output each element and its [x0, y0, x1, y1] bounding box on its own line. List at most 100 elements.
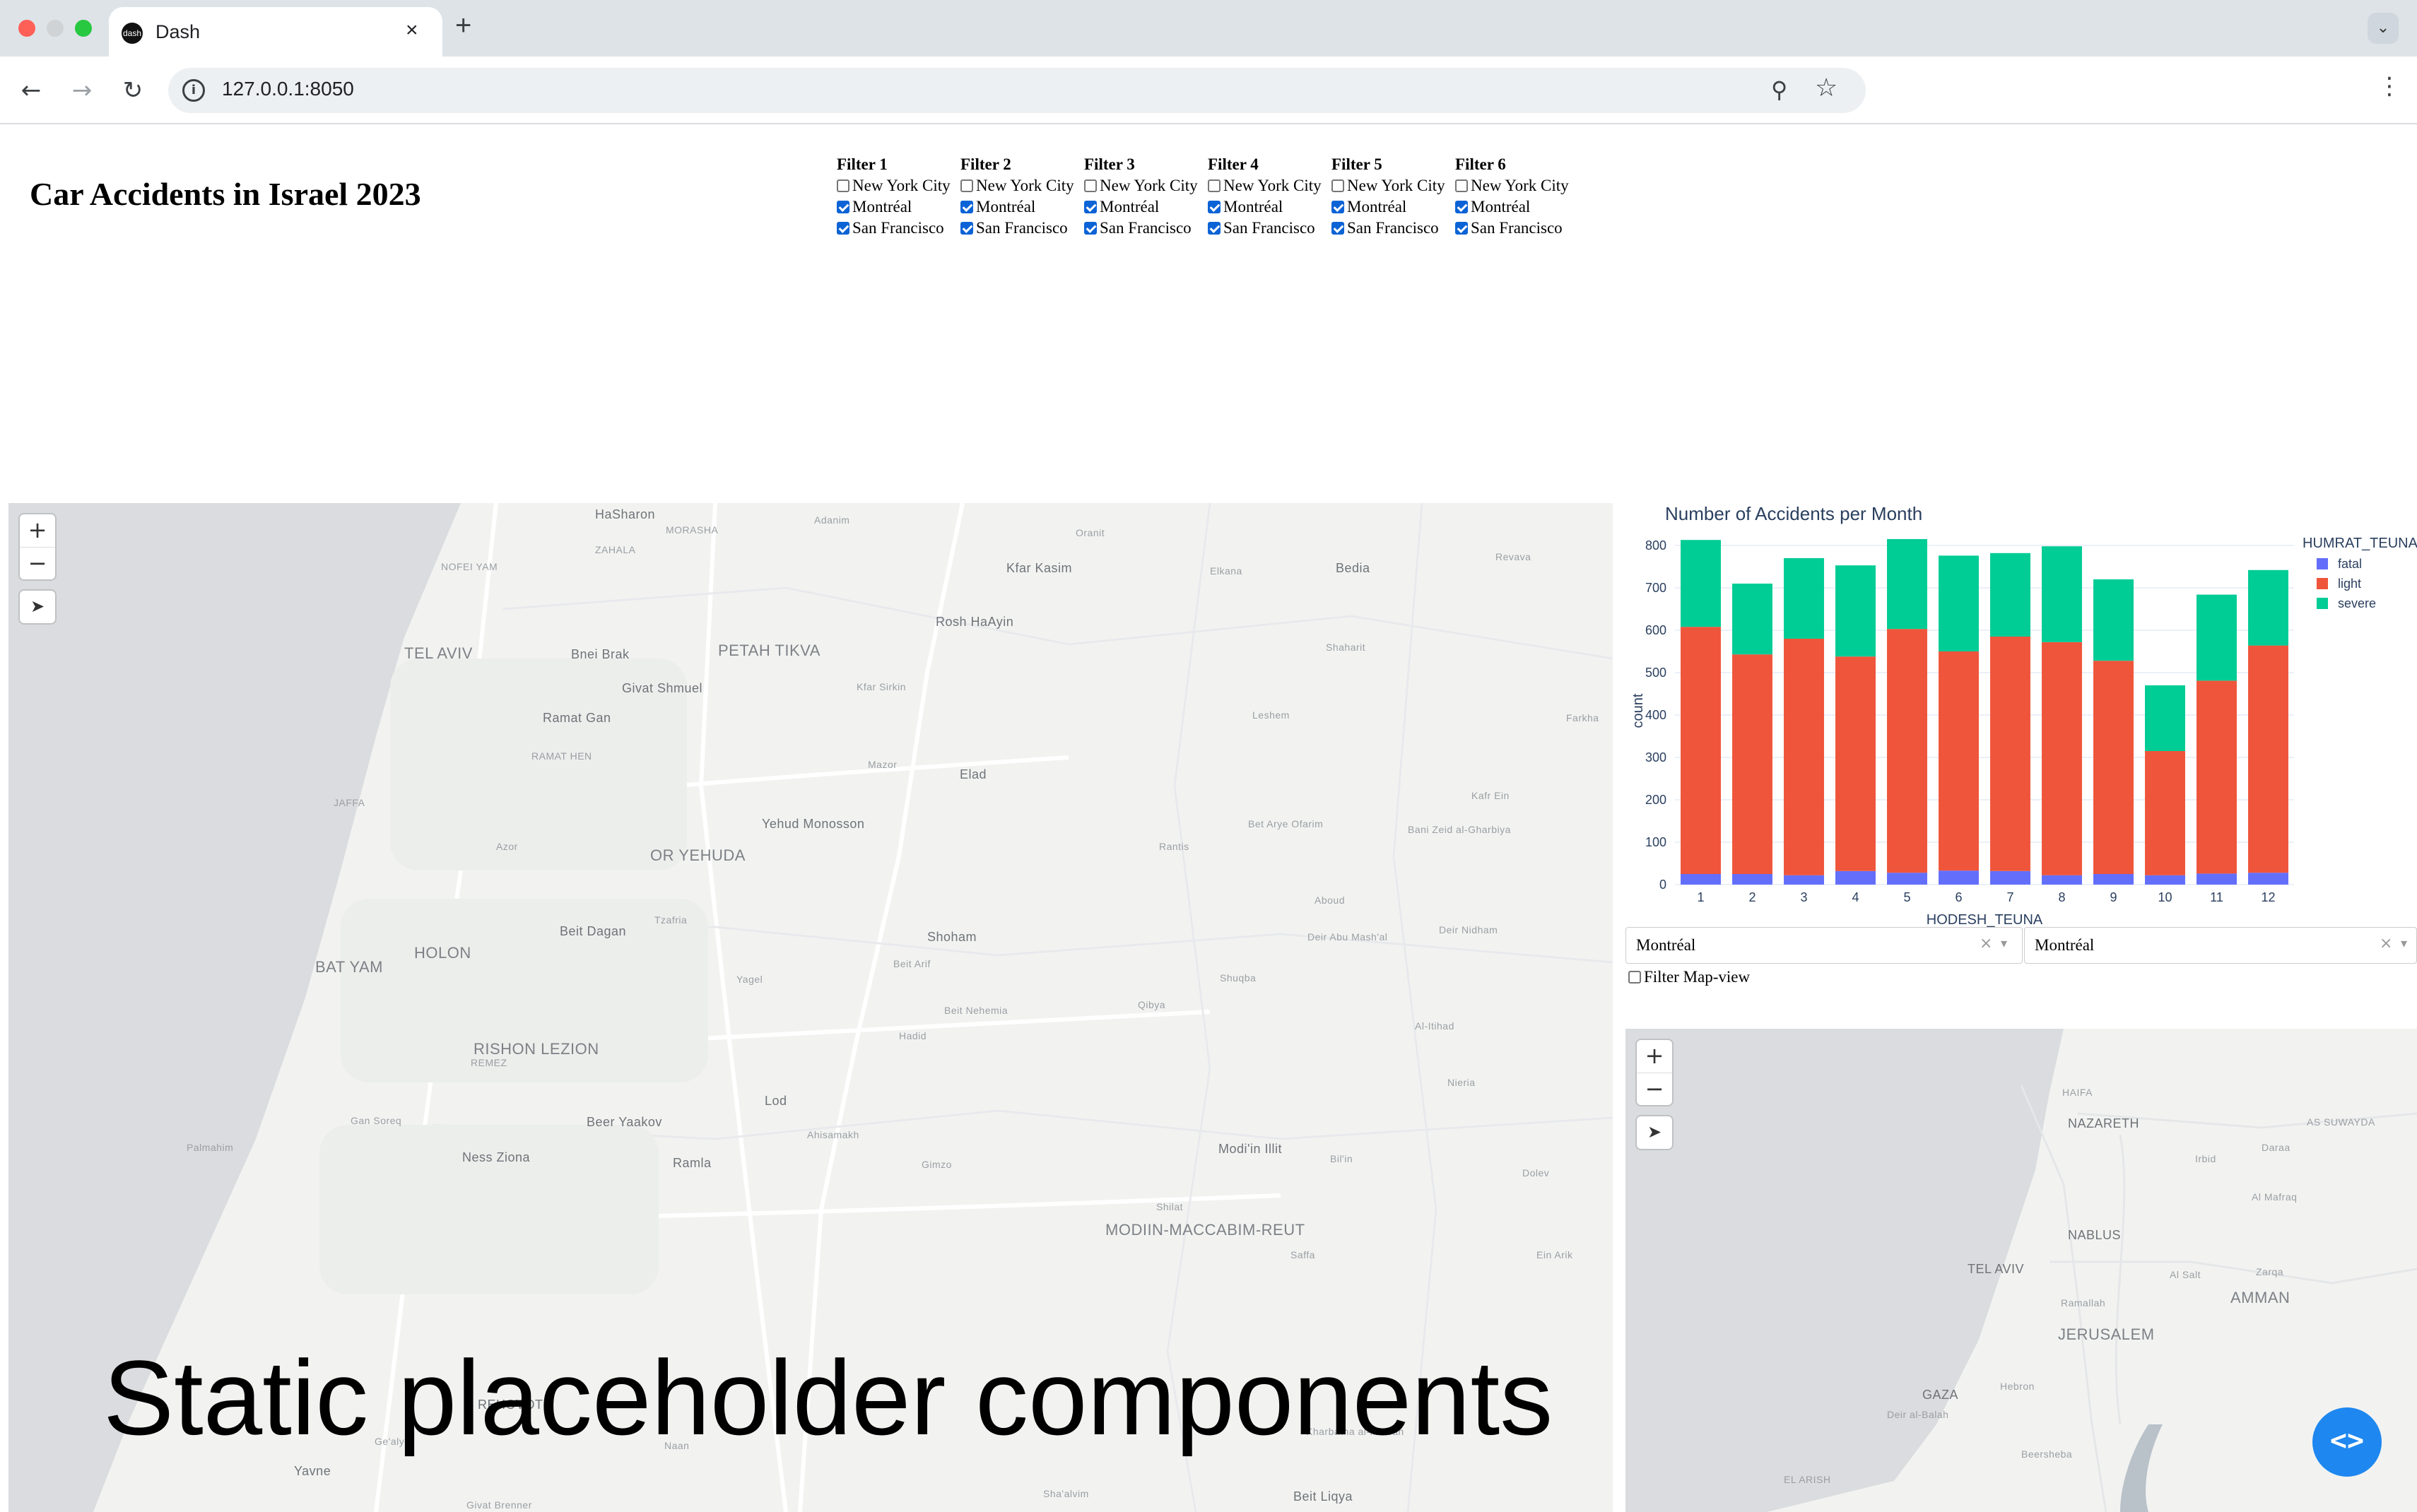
- legend-item-fatal[interactable]: fatal: [2317, 557, 2362, 572]
- filter-option-checkbox[interactable]: [960, 222, 973, 235]
- zoom-out-button[interactable]: −: [20, 547, 55, 579]
- filter-option-checkbox[interactable]: [1455, 222, 1468, 235]
- map-place-label: HaSharon: [595, 507, 656, 521]
- dropdown-left[interactable]: Montréal × ▾: [1625, 927, 2023, 964]
- filter-option-label: Montréal: [1223, 198, 1283, 215]
- filter-option[interactable]: Montréal: [837, 196, 961, 218]
- y-tick-label: 400: [1645, 708, 1666, 722]
- dropdown-left-chevron-icon[interactable]: ▾: [2001, 936, 2007, 951]
- filter-option[interactable]: New York City: [960, 175, 1085, 196]
- filter-option-checkbox[interactable]: [1084, 222, 1097, 235]
- overview-locate-arrow-icon[interactable]: ➤: [1637, 1116, 1672, 1149]
- site-info-icon[interactable]: i: [182, 79, 205, 102]
- filter-option-checkbox[interactable]: [1455, 179, 1468, 192]
- map-place-label: Ness Ziona: [462, 1150, 531, 1164]
- filter-option-checkbox[interactable]: [837, 222, 849, 235]
- map-place-label: Qibya: [1138, 999, 1166, 1010]
- filter-option-checkbox[interactable]: [1208, 222, 1221, 235]
- filter-option-checkbox[interactable]: [1208, 179, 1221, 192]
- filter-option-checkbox[interactable]: [837, 201, 849, 213]
- url-text[interactable]: 127.0.0.1:8050: [222, 78, 354, 100]
- dropdown-right-chevron-icon[interactable]: ▾: [2401, 936, 2407, 951]
- x-tick-label: 5: [1903, 890, 1910, 904]
- filter-option[interactable]: San Francisco: [1455, 218, 1580, 239]
- tab-search-chevron-icon[interactable]: ⌄: [2368, 13, 2399, 44]
- x-tick-label: 1: [1697, 890, 1704, 904]
- filter-option[interactable]: San Francisco: [1084, 218, 1208, 239]
- map-place-label: RISHON LEZION: [474, 1040, 599, 1058]
- window-minimize-button[interactable]: [47, 20, 64, 37]
- filter-option-checkbox[interactable]: [960, 201, 973, 213]
- bookmark-star-icon[interactable]: ☆: [1815, 73, 1837, 102]
- zoom-icon[interactable]: ⚲: [1771, 76, 1787, 103]
- filter-option-label: San Francisco: [1347, 219, 1439, 237]
- filter-map-view-box[interactable]: [1628, 971, 1641, 984]
- bar-segment-severe: [2042, 546, 2082, 642]
- map-place-label: Ramat Gan: [543, 711, 611, 725]
- forward-button[interactable]: →: [65, 73, 99, 107]
- map-place-label: Hadid: [899, 1030, 927, 1041]
- filter-option[interactable]: Montréal: [960, 196, 1085, 218]
- x-tick-label: 7: [2006, 890, 2013, 904]
- address-bar[interactable]: i 127.0.0.1:8050 ⚲ ☆: [168, 68, 1866, 113]
- bar-segment-fatal: [2093, 874, 2134, 885]
- overview-map-place-label: AS SUWAYDA: [2307, 1116, 2375, 1128]
- filter-option-checkbox[interactable]: [1331, 222, 1344, 235]
- browser-menu-icon[interactable]: ⋮: [2377, 72, 2401, 100]
- overview-zoom-out-button[interactable]: −: [1637, 1073, 1672, 1105]
- map-place-label: Oranit: [1076, 527, 1105, 538]
- filter-option[interactable]: New York City: [837, 175, 961, 196]
- dropdown-right-clear-icon[interactable]: ×: [2380, 935, 2392, 952]
- filter-option-checkbox[interactable]: [960, 179, 973, 192]
- filter-option[interactable]: New York City: [1331, 175, 1456, 196]
- filter-option[interactable]: New York City: [1084, 175, 1208, 196]
- overview-map-place-label: Ramallah: [2061, 1297, 2106, 1309]
- filter-option-checkbox[interactable]: [1331, 201, 1344, 213]
- dash-devtools-code-icon[interactable]: <>: [2312, 1407, 2382, 1477]
- window-close-button[interactable]: [18, 20, 35, 37]
- filter-option[interactable]: San Francisco: [837, 218, 961, 239]
- filter-option[interactable]: New York City: [1208, 175, 1332, 196]
- map-place-label: Ramla: [673, 1156, 712, 1170]
- legend-item-severe[interactable]: severe: [2317, 596, 2376, 611]
- tab-close-icon[interactable]: ×: [406, 18, 418, 42]
- dropdown-right[interactable]: Montréal × ▾: [2024, 927, 2417, 964]
- filter-option[interactable]: Montréal: [1084, 196, 1208, 218]
- dropdown-right-value: Montréal: [2035, 936, 2095, 954]
- y-tick-label: 200: [1645, 793, 1666, 807]
- filter-option[interactable]: San Francisco: [960, 218, 1085, 239]
- reload-button[interactable]: ↻: [116, 73, 150, 107]
- zoom-in-button[interactable]: +: [20, 514, 55, 547]
- filter-option[interactable]: Montréal: [1208, 196, 1332, 218]
- dash-favicon-icon: dash: [122, 23, 143, 44]
- filter-option-label: Montréal: [852, 198, 912, 215]
- filter-option[interactable]: San Francisco: [1331, 218, 1456, 239]
- filter-option[interactable]: New York City: [1455, 175, 1580, 196]
- filter-option[interactable]: Montréal: [1455, 196, 1580, 218]
- overview-map[interactable]: HAIFA NAZARETH AS SUWAYDA Irbid Daraa Al Mafr…: [1625, 1029, 2417, 1512]
- filter-option-checkbox[interactable]: [1084, 201, 1097, 213]
- overview-zoom-in-button[interactable]: +: [1637, 1040, 1672, 1073]
- filter-option-checkbox[interactable]: [1084, 179, 1097, 192]
- back-button[interactable]: ←: [14, 73, 48, 107]
- filter-option-checkbox[interactable]: [1455, 201, 1468, 213]
- locate-arrow-icon[interactable]: ➤: [20, 591, 55, 623]
- filter-option-checkbox[interactable]: [837, 179, 849, 192]
- bar-segment-fatal: [2197, 873, 2237, 885]
- browser-tab[interactable]: dash Dash ×: [109, 7, 442, 57]
- legend-item-light[interactable]: light: [2317, 577, 2361, 591]
- filter-option-checkbox[interactable]: [1331, 179, 1344, 192]
- dropdown-left-clear-icon[interactable]: ×: [1980, 935, 1992, 952]
- bar-segment-fatal: [1681, 874, 1721, 885]
- filter-option-label: New York City: [976, 177, 1074, 194]
- filter-option[interactable]: Montréal: [1331, 196, 1456, 218]
- bar-segment-severe: [2093, 579, 2134, 661]
- browser-tab-strip: dash Dash × + ⌄: [0, 0, 2417, 57]
- filter-option-checkbox[interactable]: [1208, 201, 1221, 213]
- x-tick-label: 6: [1955, 890, 1962, 904]
- window-maximize-button[interactable]: [75, 20, 92, 37]
- new-tab-button[interactable]: +: [455, 10, 471, 42]
- filter-map-view-checkbox[interactable]: Filter Map-view: [1628, 968, 1750, 986]
- filter-option[interactable]: San Francisco: [1208, 218, 1332, 239]
- map-place-label: Beit Liqya: [1293, 1489, 1353, 1504]
